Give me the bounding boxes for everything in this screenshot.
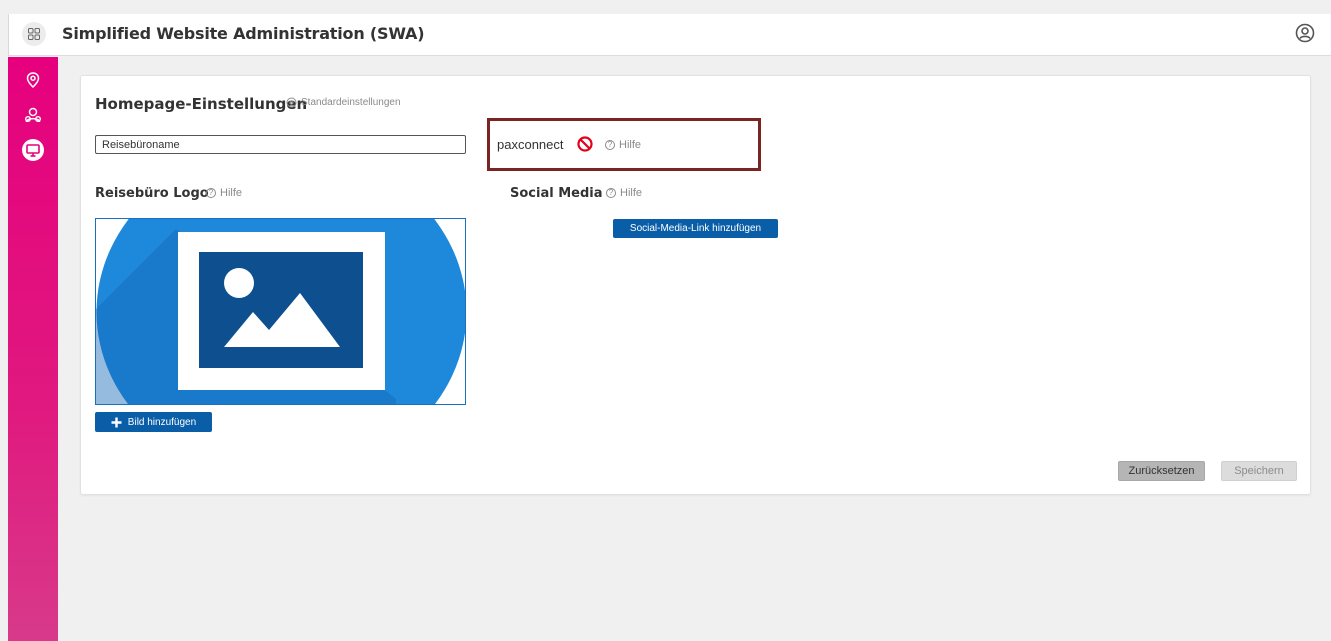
- defaults-link-label: Standardeinstellungen: [301, 97, 401, 108]
- app-title: Simplified Website Administration (SWA): [62, 24, 425, 43]
- help-icon: ?: [606, 188, 616, 198]
- social-help-link[interactable]: ? Hilfe: [606, 187, 642, 199]
- social-help-label: Hilfe: [620, 187, 643, 199]
- app-launcher-button[interactable]: [22, 22, 46, 46]
- logo-section-title: Reisebüro Logo: [95, 186, 209, 201]
- top-bar-divider: [8, 14, 9, 56]
- plus-icon: [111, 417, 122, 427]
- sidebar-item-users[interactable]: [22, 104, 44, 126]
- user-circle-icon: [1295, 23, 1315, 43]
- add-image-label: Bild hinzufügen: [127, 416, 197, 428]
- defaults-link[interactable]: Standardeinstellungen: [286, 97, 401, 108]
- agency-name-input[interactable]: [95, 135, 466, 154]
- sidebar: [8, 57, 58, 641]
- reset-button[interactable]: Zurücksetzen: [1118, 461, 1205, 481]
- social-section-title: Social Media: [510, 186, 603, 201]
- no-entry-icon: [577, 136, 593, 152]
- sidebar-item-website[interactable]: [22, 139, 44, 161]
- sidebar-item-locations[interactable]: [22, 69, 44, 91]
- save-button[interactable]: Speichern: [1221, 461, 1297, 481]
- gear-icon: [286, 97, 297, 108]
- grid-icon: [28, 28, 40, 40]
- help-icon: ?: [206, 188, 216, 198]
- help-icon: ?: [605, 140, 615, 150]
- location-pin-icon: [26, 72, 40, 88]
- add-social-link-button[interactable]: Social-Media-Link hinzufügen: [613, 219, 778, 238]
- user-account-button[interactable]: [1294, 22, 1316, 44]
- paxconnect-label: paxconnect: [497, 137, 564, 152]
- monitor-icon: [26, 143, 40, 157]
- image-placeholder-icon: [96, 219, 465, 404]
- page-title: Homepage-Einstellungen: [95, 95, 308, 113]
- logo-help-label: Hilfe: [220, 187, 243, 199]
- paxconnect-help-link[interactable]: ? Hilfe: [605, 139, 641, 151]
- logo-preview: [95, 218, 466, 405]
- paxconnect-help-label: Hilfe: [619, 139, 642, 151]
- users-icon: [25, 107, 41, 123]
- add-image-button[interactable]: Bild hinzufügen: [95, 412, 212, 432]
- logo-help-link[interactable]: ? Hilfe: [206, 187, 242, 199]
